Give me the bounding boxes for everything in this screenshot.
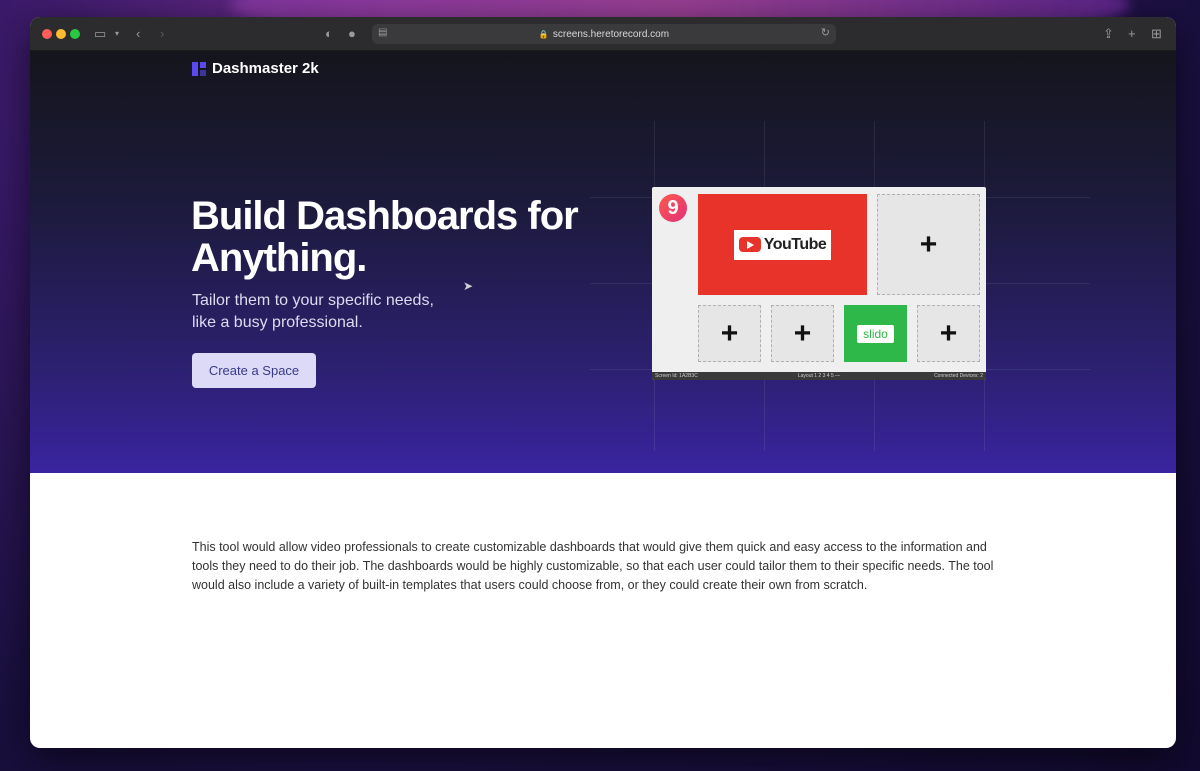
- description-paragraph: This tool would allow video professional…: [192, 540, 994, 592]
- zoom-window-button[interactable]: [70, 29, 80, 39]
- preview-status-bar: Screen Id: 1A2B3C Layout 1 2 3 4 5 — Con…: [652, 372, 986, 380]
- empty-tile-add: +: [917, 305, 980, 362]
- reader-icon[interactable]: ▤: [378, 27, 387, 38]
- sidebar-icon[interactable]: ▭: [94, 25, 106, 43]
- forward-icon[interactable]: ›: [160, 25, 164, 43]
- empty-tile-add: +: [698, 305, 761, 362]
- youtube-logo: YouTube: [734, 229, 831, 260]
- youtube-play-icon: [738, 237, 761, 252]
- chevron-down-icon[interactable]: ▾: [115, 25, 119, 43]
- site-logo[interactable]: Dashmaster 2k: [192, 60, 319, 77]
- back-icon[interactable]: ‹: [136, 25, 140, 43]
- mouse-cursor-icon: ➤: [463, 279, 474, 293]
- lock-icon: 🔒: [538, 29, 549, 39]
- browser-toolbar: ▭ ▾ ‹ › ◐ ● ▤ 🔒 screens.heretorecord.com…: [30, 17, 1176, 51]
- shield-icon[interactable]: ◐: [325, 25, 333, 43]
- share-icon[interactable]: ⇪: [1103, 25, 1114, 43]
- create-space-button[interactable]: Create a Space: [192, 353, 316, 388]
- address-bar[interactable]: ▤ 🔒 screens.heretorecord.com ↻: [372, 24, 836, 44]
- brand-name: Dashmaster 2k: [212, 60, 319, 77]
- slido-tile: slido: [844, 305, 907, 362]
- hero-headline: Build Dashboards for Anything.: [191, 194, 579, 280]
- extension-icon[interactable]: ●: [348, 25, 356, 43]
- tab-overview-icon[interactable]: ⊞: [1151, 25, 1162, 43]
- hero-subhead: Tailor them to your specific needs, like…: [192, 292, 434, 331]
- browser-window: ▭ ▾ ‹ › ◐ ● ▤ 🔒 screens.heretorecord.com…: [30, 17, 1176, 748]
- dashboard-preview: 9 YouTube + + + slido + Screen Id: 1A2B3…: [652, 187, 986, 380]
- youtube-tile: YouTube: [698, 194, 867, 295]
- empty-tile-add: +: [771, 305, 834, 362]
- empty-tile-add: +: [877, 194, 980, 295]
- hero-section: Dashmaster 2k Build Dashboards for Anyth…: [30, 51, 1176, 473]
- new-tab-icon[interactable]: +: [1128, 25, 1136, 43]
- reload-icon[interactable]: ↻: [821, 26, 830, 39]
- minimize-window-button[interactable]: [56, 29, 66, 39]
- close-window-button[interactable]: [42, 29, 52, 39]
- brand-mark-icon: [192, 61, 206, 76]
- url-text: screens.heretorecord.com: [552, 28, 670, 40]
- app-logo-icon: 9: [659, 194, 687, 222]
- slido-logo: slido: [857, 324, 894, 343]
